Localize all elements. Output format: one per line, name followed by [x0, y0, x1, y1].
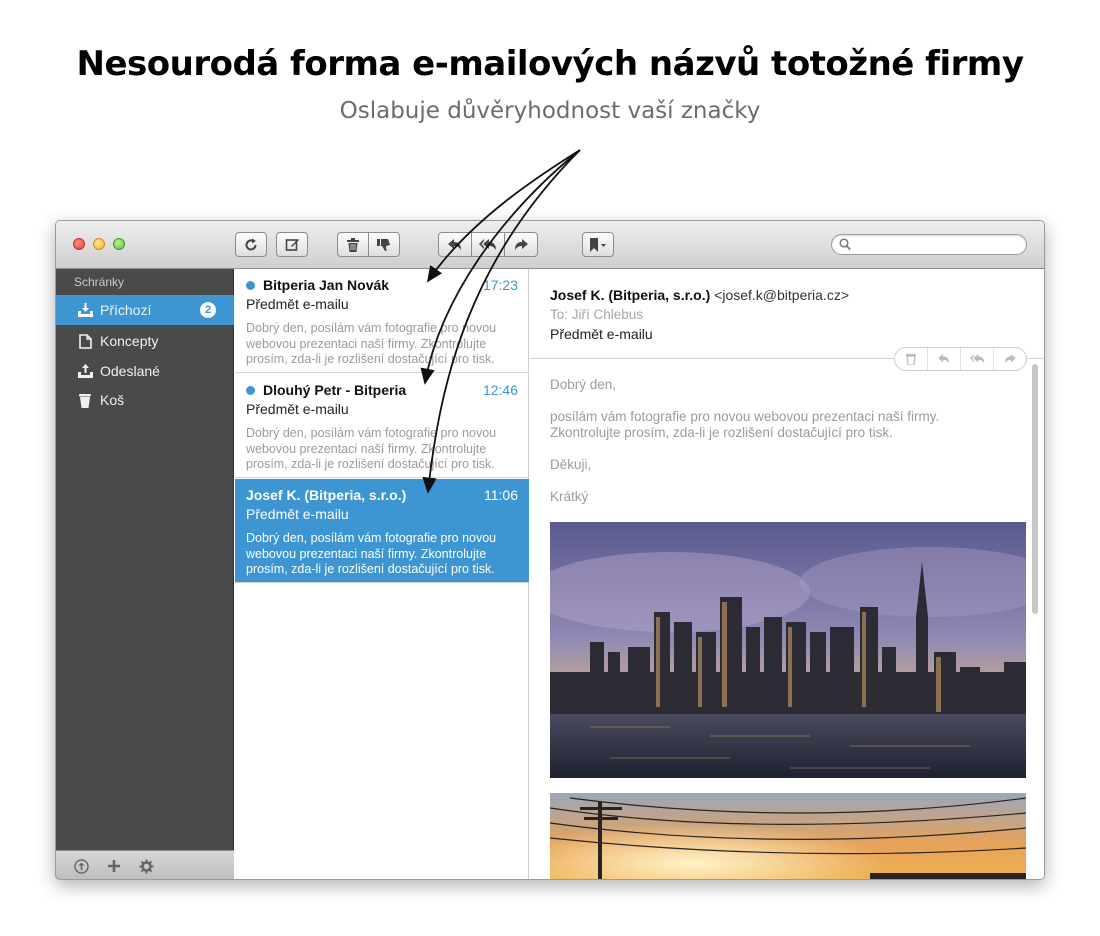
email-subject: Předmět e-mailu [550, 326, 653, 342]
search-field[interactable] [831, 234, 1027, 255]
flag-button[interactable] [582, 232, 614, 257]
message-item[interactable]: Dlouhý Petr - Bitperia 12:46 Předmět e-m… [235, 374, 529, 478]
unread-badge: 2 [200, 302, 216, 318]
message-preview: Dobrý den, posílám vám fotografie pro no… [246, 321, 497, 366]
subheadline: Oslabuje důvěryhodnost vaší značky [339, 98, 761, 124]
message-sender: Dlouhý Petr - Bitperia [263, 382, 407, 398]
minimize-button[interactable] [93, 238, 105, 250]
sunset-power-lines-photo [550, 793, 1026, 879]
plus-icon[interactable] [107, 859, 121, 873]
email-thanks: Děkuji, [550, 457, 592, 472]
sidebar-footer [56, 850, 234, 879]
sidebar: Schránky Příchozí 2 Koncepty Odeslané Ko… [56, 269, 234, 879]
forward-icon [1005, 354, 1016, 364]
inline-reply-button[interactable] [927, 348, 960, 370]
zoom-button[interactable] [113, 238, 125, 250]
message-preview: Dobrý den, posílám vám fotografie pro no… [246, 426, 497, 471]
junk-button[interactable] [368, 232, 400, 257]
upload-icon[interactable] [74, 858, 89, 874]
email-body: posílám vám fotografie pro novou webovou… [550, 409, 940, 440]
sidebar-item-label: Příchozí [100, 302, 152, 318]
forward-button[interactable] [504, 232, 538, 257]
headline: Nesourodá forma e-mailových názvů totožn… [76, 44, 1024, 84]
sidebar-item-trash[interactable]: Koš [56, 385, 234, 415]
city-skyline-photo [550, 522, 1026, 778]
sidebar-item-inbox[interactable]: Příchozí 2 [56, 295, 234, 325]
from-name: Josef K. (Bitperia, s.r.o.) [550, 287, 711, 303]
document-icon [76, 332, 94, 350]
mail-window: Schránky Příchozí 2 Koncepty Odeslané Ko… [55, 220, 1045, 880]
message-item-selected[interactable]: Josef K. (Bitperia, s.r.o.) 11:06 Předmě… [235, 479, 529, 583]
message-sender: Bitperia Jan Novák [263, 277, 390, 293]
message-subject: Předmět e-mailu [246, 506, 349, 522]
unread-dot [246, 280, 255, 290]
reply-all-button[interactable] [471, 232, 505, 257]
message-item[interactable]: Bitperia Jan Novák 17:23 Předmět e-mailu… [235, 269, 529, 373]
from-address: <josef.k@bitperia.cz> [714, 287, 849, 303]
message-preview: Dobrý den, posílám vám fotografie pro no… [246, 531, 497, 576]
reply-all-icon [479, 238, 496, 250]
reply-icon [938, 354, 949, 364]
junk-icon [377, 238, 390, 251]
email-to: To: Jiří Chlebus [550, 307, 644, 322]
message-subject: Předmět e-mailu [246, 401, 349, 417]
refresh-button[interactable] [235, 232, 267, 257]
message-time: 12:46 [482, 382, 518, 398]
refresh-icon [245, 238, 257, 250]
sidebar-item-label: Koš [100, 392, 125, 408]
compose-button[interactable] [276, 232, 308, 257]
email-signature: Krátký [550, 489, 589, 504]
email-greeting: Dobrý den, [550, 377, 617, 392]
sidebar-item-label: Koncepty [100, 333, 159, 349]
sidebar-item-drafts[interactable]: Koncepty [56, 326, 234, 356]
message-list: Bitperia Jan Novák 17:23 Předmět e-mailu… [235, 269, 529, 879]
search-input[interactable] [854, 236, 1022, 253]
reading-pane: Josef K. (Bitperia, s.r.o.) <josef.k@bit… [530, 269, 1044, 879]
unread-dot [246, 385, 255, 395]
toolbar [56, 221, 1044, 269]
reply-all-icon [969, 354, 984, 364]
message-subject: Předmět e-mailu [246, 296, 349, 312]
sidebar-item-label: Odeslané [100, 363, 160, 379]
reply-icon [448, 238, 461, 250]
compose-icon [285, 239, 299, 251]
trash-icon [906, 354, 916, 365]
inbox-icon [76, 301, 94, 319]
mailboxes-heading: Schránky [74, 275, 125, 289]
search-icon [839, 238, 851, 251]
trash-icon [347, 237, 359, 252]
close-button[interactable] [73, 238, 85, 250]
sidebar-item-sent[interactable]: Odeslané [56, 356, 234, 386]
delete-button[interactable] [337, 232, 369, 257]
inline-reply-all-button[interactable] [960, 348, 993, 370]
inline-forward-button[interactable] [993, 348, 1026, 370]
email-from: Josef K. (Bitperia, s.r.o.) <josef.k@bit… [550, 287, 849, 303]
message-sender: Josef K. (Bitperia, s.r.o.) [246, 487, 407, 503]
trash-icon [76, 391, 94, 409]
message-time: 17:23 [482, 277, 518, 293]
message-time: 11:06 [484, 487, 518, 503]
forward-icon [515, 238, 528, 250]
flag-icon [590, 237, 606, 252]
sent-icon [76, 362, 94, 380]
inline-delete-button[interactable] [895, 348, 927, 370]
inline-actions [894, 347, 1027, 371]
gear-icon[interactable] [139, 859, 154, 874]
scrollbar[interactable] [1032, 364, 1038, 614]
reply-button[interactable] [438, 232, 472, 257]
